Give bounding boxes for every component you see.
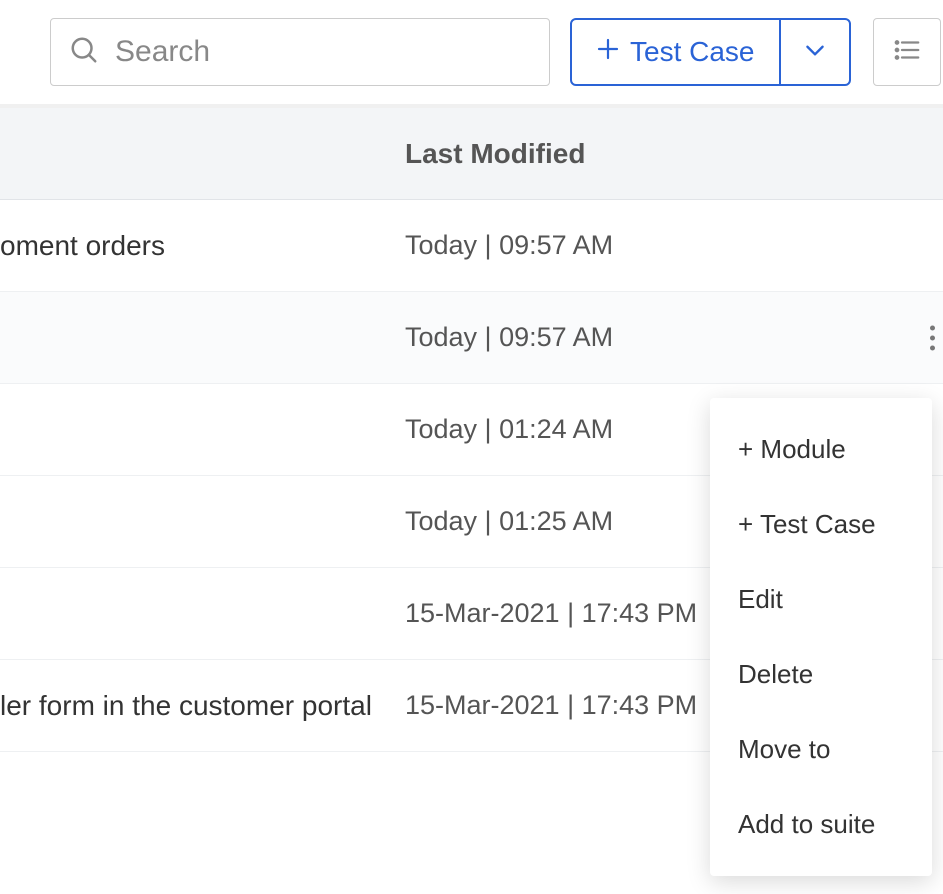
context-add-test-case[interactable]: + Test Case (710, 487, 932, 562)
context-add-to-suite[interactable]: Add to suite (710, 787, 932, 862)
table-header: Last Modified (0, 108, 943, 200)
search-input[interactable] (115, 35, 531, 69)
row-actions-button[interactable] (926, 317, 939, 358)
row-date: Today | 01:24 AM (405, 414, 613, 445)
table-row[interactable]: Today | 09:57 AM (0, 292, 943, 384)
table-row[interactable]: oment orders Today | 09:57 AM (0, 200, 943, 292)
new-test-case-label: Test Case (630, 36, 755, 68)
search-field[interactable] (50, 18, 550, 86)
column-header-last-modified: Last Modified (405, 138, 585, 170)
list-icon (892, 35, 922, 70)
chevron-down-icon (802, 37, 828, 68)
new-test-case-button[interactable]: Test Case (572, 20, 779, 84)
search-icon (69, 35, 99, 70)
new-test-case-button-group: Test Case (570, 18, 851, 86)
context-menu: + Module + Test Case Edit Delete Move to… (710, 398, 932, 876)
row-title: oment orders (0, 230, 405, 262)
plus-icon (596, 36, 620, 68)
row-title: ler form in the customer portal (0, 690, 405, 722)
context-delete[interactable]: Delete (710, 637, 932, 712)
row-date: Today | 01:25 AM (405, 506, 613, 537)
row-date: Today | 09:57 AM (405, 322, 613, 353)
context-add-module[interactable]: + Module (710, 412, 932, 487)
row-date: 15-Mar-2021 | 17:43 PM (405, 690, 697, 721)
row-date: 15-Mar-2021 | 17:43 PM (405, 598, 697, 629)
row-date: Today | 09:57 AM (405, 230, 613, 261)
list-view-button[interactable] (873, 18, 941, 86)
toolbar: Test Case (0, 0, 943, 108)
new-test-case-dropdown[interactable] (779, 20, 849, 84)
context-move-to[interactable]: Move to (710, 712, 932, 787)
context-edit[interactable]: Edit (710, 562, 932, 637)
